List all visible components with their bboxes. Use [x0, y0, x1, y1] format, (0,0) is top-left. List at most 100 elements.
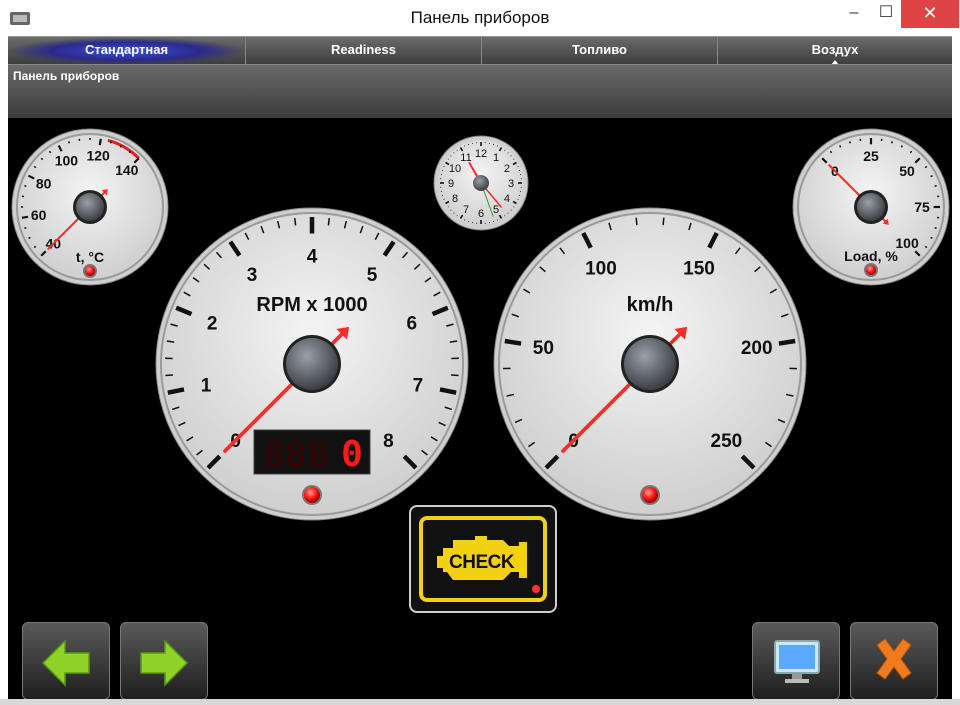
gauge-led	[85, 266, 95, 276]
clock-tick	[507, 152, 509, 154]
gauge-minor-tick	[662, 217, 665, 226]
gauge-minor-tick	[327, 217, 331, 226]
speed-gauge: 050100150200250km/h	[493, 207, 807, 521]
gauge-major-tick	[98, 138, 102, 146]
gauge-minor-tick	[128, 150, 132, 154]
taskbar-strip	[0, 699, 960, 705]
gauge-minor-tick	[109, 141, 113, 144]
gauge-hub	[624, 338, 676, 390]
gauge-tick-label: 2	[207, 313, 218, 334]
gauge-label: Load, %	[844, 248, 898, 264]
gauge-tick-label: 50	[899, 163, 915, 179]
gauge-tick-label: 25	[863, 148, 879, 164]
rpm-digit-unlit: 8	[264, 435, 284, 475]
gauge-minor-tick	[33, 245, 37, 249]
gauge-tick-label: 5	[367, 265, 378, 286]
gauge-major-tick	[504, 338, 522, 346]
gauge-minor-tick	[890, 141, 894, 144]
screen-button[interactable]	[752, 622, 840, 700]
gauge-tick-label: 4	[307, 247, 318, 268]
rpm-digit-unlit: 8	[286, 435, 306, 475]
clock-tick	[507, 212, 509, 214]
gauge-tick-label: 3	[247, 265, 258, 286]
gauge-tick-label: 150	[683, 258, 715, 279]
gauge-minor-tick	[48, 150, 52, 154]
clock-tick	[447, 158, 449, 160]
gauge-minor-tick	[67, 141, 71, 144]
gauge-minor-tick	[934, 226, 937, 230]
arrow-left-icon	[41, 639, 90, 687]
clock-tick	[450, 155, 452, 157]
clock-numeral: 7	[463, 204, 469, 216]
gauge-led	[642, 487, 658, 503]
gauge-minor-tick	[635, 217, 638, 226]
gauge-tick-label: 1	[201, 376, 212, 397]
temperature-gauge: 406080100120140t, °C	[11, 128, 169, 286]
gauge-tick-label: 140	[115, 162, 139, 178]
gauge-minor-tick	[900, 145, 903, 148]
clock-numeral: 5	[493, 204, 499, 216]
load-gauge: 0255075100Load, %	[792, 128, 950, 286]
gauge-minor-tick	[33, 165, 37, 169]
gauge-hub	[857, 193, 885, 221]
gauge-tick-label: 100	[585, 258, 617, 279]
arrow-right-icon	[140, 639, 189, 687]
gauge-minor-tick	[839, 145, 842, 148]
clock-tick	[504, 215, 506, 217]
clock-tick	[513, 158, 515, 160]
gauge-major-tick	[167, 387, 185, 395]
rpm-digit-value: 0	[341, 434, 363, 475]
gauge-label: km/h	[627, 294, 674, 316]
gauge-minor-tick	[934, 184, 937, 188]
clock-gauge: 12 1234567891011	[433, 135, 529, 231]
gauge-minor-tick	[293, 217, 297, 226]
gauge-minor-tick	[930, 175, 933, 178]
gauge-tick-label: 80	[36, 175, 52, 191]
clock-numeral: 9	[448, 178, 454, 190]
gauge-minor-tick	[40, 157, 44, 161]
check-engine-frame: CHECK	[419, 516, 547, 602]
forward-button[interactable]	[120, 622, 208, 700]
clock-tick	[453, 212, 455, 214]
check-engine-led	[532, 585, 540, 593]
clock-numeral: 3	[508, 178, 514, 190]
gauge-minor-tick	[924, 245, 928, 249]
gauge-tick-label: 7	[413, 376, 424, 397]
gauge-tick-label: 75	[914, 199, 930, 215]
gauge-major-tick	[21, 215, 29, 219]
gauge-minor-tick	[848, 141, 852, 144]
clock-tick	[510, 209, 512, 211]
gauge-minor-tick	[28, 236, 31, 239]
gauge-tick-label: 8	[383, 431, 394, 452]
exit-button[interactable]	[850, 622, 938, 700]
gauge-label: RPM x 1000	[256, 294, 367, 316]
gauge-minor-tick	[165, 374, 173, 377]
gauge-minor-tick	[451, 374, 459, 377]
gauge-minor-tick	[24, 226, 27, 230]
clock-numeral: 4	[504, 193, 510, 205]
gauge-minor-tick	[909, 150, 913, 154]
clock-tick	[510, 155, 512, 157]
back-button[interactable]	[22, 622, 110, 700]
gauge-tick-label: 50	[533, 338, 554, 359]
clock-tick	[456, 149, 458, 151]
clock-numeral: 1	[493, 152, 499, 164]
gauge-tick-label: 120	[86, 148, 110, 164]
gauge-hub	[76, 193, 104, 221]
gauge-tick-label: 60	[31, 207, 47, 223]
clock-numeral: 8	[452, 193, 458, 205]
close-x-icon	[876, 638, 912, 680]
clock-tick	[456, 215, 458, 217]
clock-tick	[450, 209, 452, 211]
gauge-minor-tick	[24, 184, 27, 188]
check-engine-label: CHECK	[449, 552, 515, 573]
gauge-tick-label: 6	[406, 313, 417, 334]
gauge-major-tick	[439, 387, 457, 395]
gauge-tick-label: 250	[711, 431, 743, 452]
gauge-minor-tick	[829, 150, 833, 154]
clock-tick	[504, 149, 506, 151]
clock-numeral: 12	[475, 148, 487, 160]
gauge-led	[866, 265, 876, 275]
gauge-minor-tick	[924, 165, 928, 169]
clock-numeral: 6	[478, 208, 484, 220]
